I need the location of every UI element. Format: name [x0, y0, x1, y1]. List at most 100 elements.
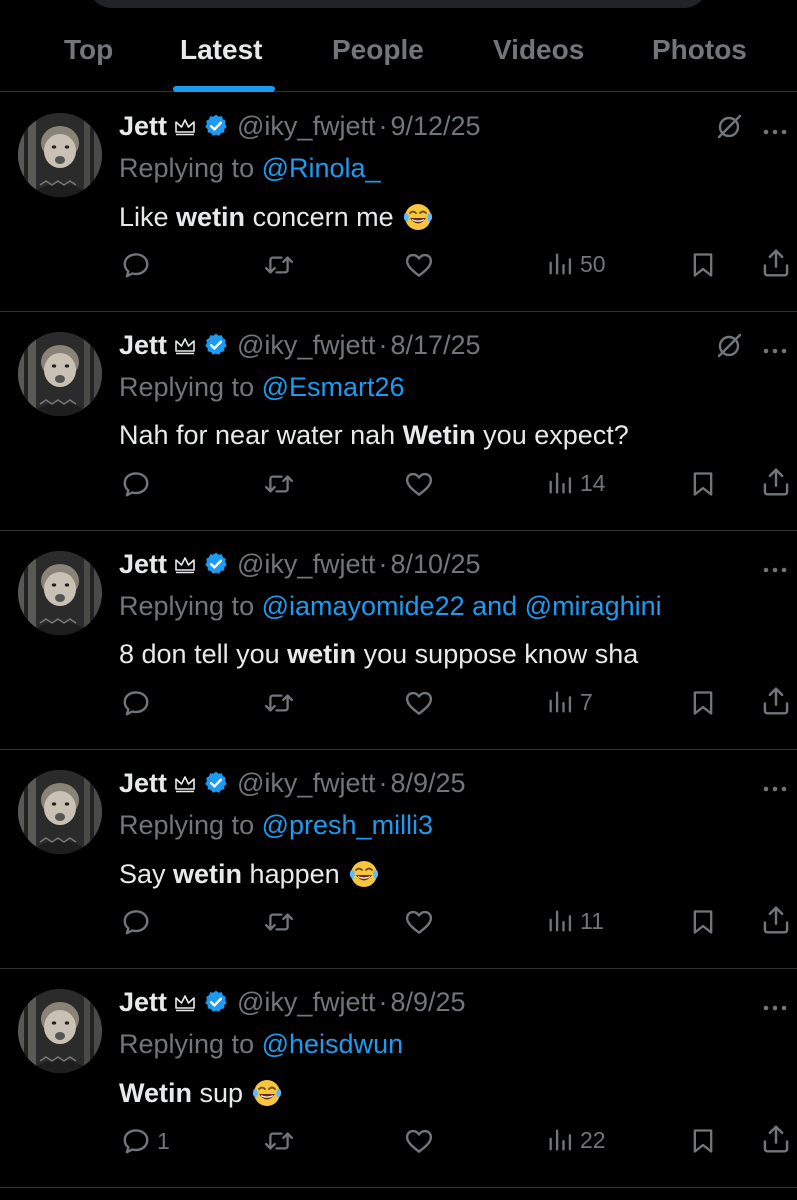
- tweet-text-part: Say: [119, 858, 174, 889]
- author-name[interactable]: Jett: [119, 330, 167, 361]
- reply-button[interactable]: [121, 688, 157, 718]
- tweet-header: Jett @iky_fwjett · 8/9/25: [119, 985, 466, 1019]
- views-count: 7: [580, 688, 593, 715]
- tweet-date[interactable]: 8/9/25: [390, 768, 465, 799]
- like-button[interactable]: [403, 469, 435, 499]
- bookmark-button[interactable]: [689, 250, 717, 280]
- author-handle[interactable]: @iky_fwjett: [237, 987, 375, 1018]
- reply-button[interactable]: [121, 469, 157, 499]
- tweet[interactable]: Jett @iky_fwjett · 9/12/25 Replying to @…: [0, 93, 797, 312]
- bookmark-button[interactable]: [689, 469, 717, 499]
- tweet-text-part: Like: [119, 201, 177, 232]
- views-button[interactable]: 14: [546, 469, 606, 497]
- share-button[interactable]: [761, 466, 791, 498]
- author-handle[interactable]: @iky_fwjett: [237, 111, 375, 142]
- views-button[interactable]: 22: [546, 1126, 606, 1154]
- avatar[interactable]: [18, 551, 102, 635]
- retweet-button[interactable]: [263, 250, 295, 280]
- tweet[interactable]: Jett @iky_fwjett · 8/9/25 Replying to: [0, 750, 797, 969]
- retweet-button[interactable]: [263, 469, 295, 499]
- grok-icon[interactable]: [714, 331, 744, 366]
- share-icon: [761, 685, 791, 717]
- tweet-date[interactable]: 8/9/25: [390, 987, 465, 1018]
- reply-button[interactable]: [121, 907, 157, 937]
- tweet-text: Wetin sup: [119, 1077, 283, 1109]
- like-button[interactable]: [403, 688, 435, 718]
- author-name[interactable]: Jett: [119, 549, 167, 580]
- author-name[interactable]: Jett: [119, 111, 167, 142]
- share-icon: [761, 904, 791, 936]
- tweet-date[interactable]: 8/10/25: [390, 549, 480, 580]
- author-handle[interactable]: @iky_fwjett: [237, 330, 375, 361]
- tweet-date[interactable]: 9/12/25: [390, 111, 480, 142]
- author-handle[interactable]: @iky_fwjett: [237, 549, 375, 580]
- crown-icon: [173, 772, 197, 794]
- views-button[interactable]: 11: [546, 907, 604, 935]
- more-options-icon[interactable]: [762, 342, 788, 360]
- reply-mentions[interactable]: @heisdwun: [262, 1029, 404, 1059]
- tweet-text-keyword: wetin: [287, 639, 357, 669]
- share-button[interactable]: [761, 247, 791, 279]
- tweet-header: Jett @iky_fwjett · 8/17/25: [119, 328, 481, 362]
- reply-mentions[interactable]: @Rinola_: [262, 153, 381, 183]
- tweet-text-part: sup: [192, 1077, 244, 1108]
- laughing-tears-emoji-icon: [348, 858, 380, 890]
- avatar[interactable]: [18, 770, 102, 854]
- tab-latest[interactable]: Latest: [180, 34, 262, 66]
- more-options-icon[interactable]: [762, 123, 788, 141]
- retweet-button[interactable]: [263, 907, 295, 937]
- retweet-button[interactable]: [263, 688, 295, 718]
- retweet-button[interactable]: [263, 1126, 295, 1156]
- grok-icon[interactable]: [714, 112, 744, 147]
- active-tab-indicator: [173, 86, 275, 92]
- share-icon: [761, 466, 791, 498]
- tab-top[interactable]: Top: [64, 34, 113, 66]
- reply-button[interactable]: [121, 250, 157, 280]
- views-button[interactable]: 50: [546, 250, 606, 278]
- views-chart-icon: [546, 688, 574, 716]
- tab-videos[interactable]: Videos: [493, 34, 584, 66]
- author-name[interactable]: Jett: [119, 987, 167, 1018]
- tweet-actions: 1 22: [0, 1123, 797, 1162]
- like-button[interactable]: [403, 250, 435, 280]
- tweet[interactable]: Jett @iky_fwjett · 8/9/25 Replying to: [0, 969, 797, 1188]
- tweet-actions: 11: [0, 904, 797, 943]
- author-name[interactable]: Jett: [119, 768, 167, 799]
- heart-icon: [403, 688, 435, 718]
- like-button[interactable]: [403, 907, 435, 937]
- more-options-icon[interactable]: [762, 999, 788, 1017]
- tab-people[interactable]: People: [332, 34, 424, 66]
- tweet-text-part: you expect?: [475, 420, 629, 450]
- bookmark-button[interactable]: [689, 1126, 717, 1156]
- separator-dot: ·: [378, 329, 388, 360]
- bookmark-button[interactable]: [689, 688, 717, 718]
- more-options-icon[interactable]: [762, 561, 788, 579]
- tweet[interactable]: Jett @iky_fwjett · 8/10/25 Replying to @…: [0, 531, 797, 750]
- tweet-text: 8 don tell you wetin you suppose know sh…: [119, 639, 638, 670]
- author-handle[interactable]: @iky_fwjett: [237, 768, 375, 799]
- tweet-date[interactable]: 8/17/25: [390, 330, 480, 361]
- tweet-actions: 50: [0, 247, 797, 286]
- avatar[interactable]: [18, 989, 102, 1073]
- bookmark-icon: [689, 469, 717, 499]
- bookmark-button[interactable]: [689, 907, 717, 937]
- share-button[interactable]: [761, 1123, 791, 1155]
- tweet-text-part: you suppose know sha: [356, 639, 639, 669]
- share-button[interactable]: [761, 685, 791, 717]
- reply-mentions[interactable]: @presh_milli3: [262, 810, 433, 840]
- tab-photos[interactable]: Photos: [652, 34, 747, 66]
- views-button[interactable]: 7: [546, 688, 593, 716]
- more-options-icon[interactable]: [762, 780, 788, 798]
- like-button[interactable]: [403, 1126, 435, 1156]
- retweet-icon: [263, 250, 295, 280]
- share-button[interactable]: [761, 904, 791, 936]
- tweet[interactable]: Jett @iky_fwjett · 8/17/25 Replying to @…: [0, 312, 797, 531]
- avatar[interactable]: [18, 332, 102, 416]
- reply-mentions[interactable]: @Esmart26: [262, 372, 405, 402]
- reply-button[interactable]: 1: [121, 1126, 170, 1156]
- retweet-icon: [263, 1126, 295, 1156]
- replying-to: Replying to @heisdwun: [119, 1029, 403, 1060]
- avatar[interactable]: [18, 113, 102, 197]
- share-icon: [761, 247, 791, 279]
- reply-mentions[interactable]: @iamayomide22 and @miraghini: [262, 591, 662, 621]
